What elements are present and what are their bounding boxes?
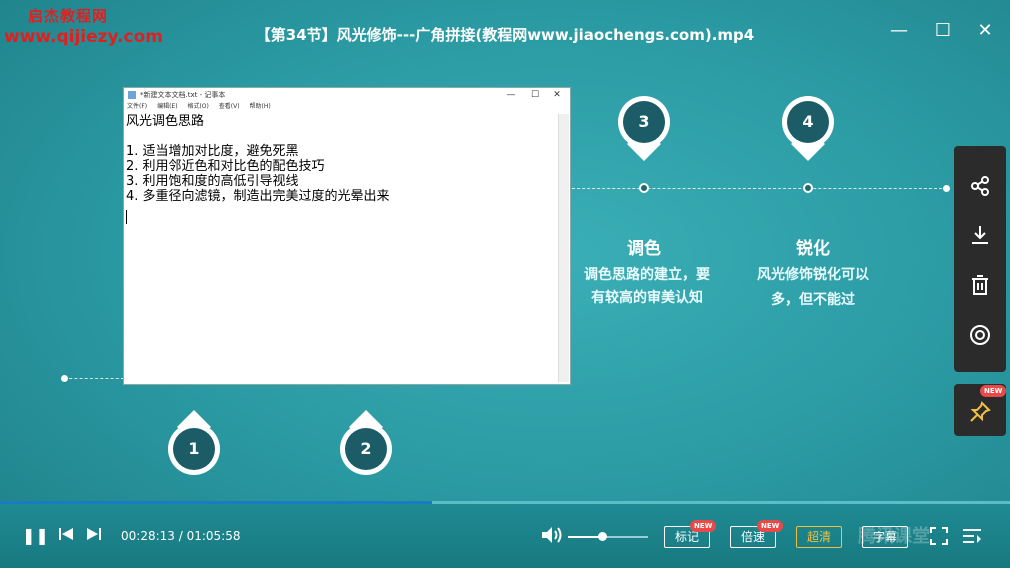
side-toolbar bbox=[954, 146, 1006, 372]
notepad-text-area[interactable]: 风光调色思路 1. 适当增加对比度，避免死黑 2. 利用邻近色和对比色的配色技巧… bbox=[125, 114, 558, 382]
menu-file[interactable]: 文件(F) bbox=[127, 103, 147, 110]
fullscreen-icon[interactable] bbox=[930, 527, 948, 549]
menu-edit[interactable]: 编辑(E) bbox=[157, 103, 177, 110]
next-icon[interactable] bbox=[85, 526, 103, 546]
menu-format[interactable]: 格式(O) bbox=[187, 103, 208, 110]
progress-fill bbox=[0, 501, 432, 504]
trash-icon[interactable] bbox=[954, 263, 1006, 303]
text-caret bbox=[126, 210, 127, 224]
step-3-desc-line1: 调色思路的建立，要 bbox=[584, 267, 710, 283]
step-3-number: 3 bbox=[623, 101, 665, 143]
step-4-title: 锐化 bbox=[796, 239, 830, 259]
close-button[interactable]: ✕ bbox=[972, 20, 998, 41]
notepad-line bbox=[126, 129, 558, 144]
minimize-button[interactable]: — bbox=[886, 20, 912, 41]
notepad-window[interactable]: *新建文本文档.txt - 记事本 — ☐ ✕ 文件(F) 编辑(E) 格式(O… bbox=[123, 87, 571, 385]
step-4-desc-line2: 多，但不能过 bbox=[771, 292, 855, 308]
volume-icon[interactable] bbox=[541, 526, 563, 548]
notepad-scrollbar[interactable] bbox=[558, 114, 569, 382]
mark-new-badge: NEW bbox=[690, 520, 717, 532]
time-display: 00:28:13 / 01:05:58 bbox=[121, 529, 241, 543]
menu-help[interactable]: 帮助(H) bbox=[250, 103, 271, 110]
playlist-icon[interactable] bbox=[962, 527, 982, 549]
volume-fill bbox=[568, 536, 602, 538]
previous-icon[interactable] bbox=[58, 526, 76, 546]
timeline-line-top bbox=[572, 188, 947, 189]
subtitle-button[interactable]: 字幕 bbox=[862, 526, 908, 548]
notepad-titlebar[interactable]: *新建文本文档.txt - 记事本 — ☐ ✕ bbox=[124, 88, 570, 102]
step-3-title: 调色 bbox=[627, 239, 661, 259]
video-title: 【第34节】风光修饰---广角拼接(教程网www.jiaochengs.com)… bbox=[255, 26, 755, 44]
step-4-marker: 4 bbox=[782, 96, 834, 161]
notepad-line: 1. 适当增加对比度，避免死黑 bbox=[126, 144, 299, 159]
notepad-icon bbox=[128, 91, 136, 99]
timeline-dot-4 bbox=[803, 183, 813, 193]
step-2-marker: 2 bbox=[340, 410, 392, 475]
step-1-marker: 1 bbox=[168, 410, 220, 475]
share-icon[interactable] bbox=[954, 164, 1006, 204]
watermark-title: 启杰教程网 bbox=[28, 7, 109, 25]
record-icon[interactable] bbox=[954, 313, 1006, 353]
volume-knob[interactable] bbox=[598, 532, 607, 541]
step-3-marker: 3 bbox=[618, 96, 670, 161]
download-icon[interactable] bbox=[954, 213, 1006, 253]
timeline-end-dot bbox=[943, 185, 950, 192]
notepad-close-button[interactable]: ✕ bbox=[546, 88, 568, 102]
notepad-line: 3. 利用饱和度的高低引导视线 bbox=[126, 174, 299, 189]
menu-view[interactable]: 查看(V) bbox=[219, 103, 240, 110]
notepad-line: 2. 利用邻近色和对比色的配色技巧 bbox=[126, 159, 325, 174]
step-4-number: 4 bbox=[787, 101, 829, 143]
notepad-maximize-button[interactable]: ☐ bbox=[524, 88, 546, 102]
pin-new-badge: NEW bbox=[980, 385, 1007, 397]
step-4-desc-line1: 风光修饰锐化可以 bbox=[757, 267, 869, 283]
notepad-menu-bar: 文件(F) 编辑(E) 格式(O) 查看(V) 帮助(H) bbox=[124, 102, 570, 112]
timeline-dot-3 bbox=[639, 183, 649, 193]
step-1-number: 1 bbox=[173, 428, 215, 470]
notepad-minimize-button[interactable]: — bbox=[500, 88, 522, 102]
maximize-button[interactable]: ☐ bbox=[930, 20, 956, 41]
quality-button[interactable]: 超清 bbox=[796, 526, 842, 548]
step-3-desc-line2: 有较高的审美认知 bbox=[591, 290, 703, 306]
speed-new-badge: NEW bbox=[757, 520, 784, 532]
notepad-title: *新建文本文档.txt - 记事本 bbox=[140, 91, 226, 99]
notepad-line: 4. 多重径向滤镜，制造出完美过度的光晕出来 bbox=[126, 189, 390, 204]
step-2-number: 2 bbox=[345, 428, 387, 470]
timeline-start-dot bbox=[61, 375, 68, 382]
pause-icon[interactable]: ❚❚ bbox=[22, 526, 49, 545]
notepad-line: 风光调色思路 bbox=[126, 114, 205, 129]
timeline-line-bottom bbox=[64, 378, 124, 379]
